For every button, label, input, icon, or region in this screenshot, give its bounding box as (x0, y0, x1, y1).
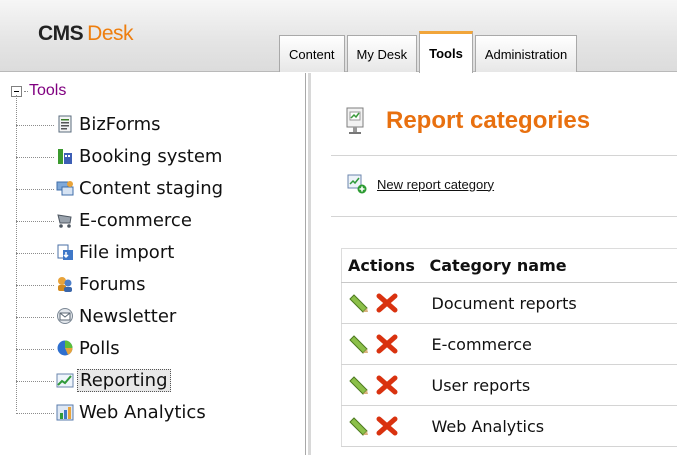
tree-item-label: Web Analytics (79, 401, 206, 423)
row-actions (341, 282, 424, 324)
divider (331, 216, 677, 217)
delete-x-icon[interactable] (376, 375, 398, 395)
tree-item-forums[interactable]: Forums (16, 270, 147, 298)
tab-content[interactable]: Content (279, 35, 345, 72)
tab-my-desk[interactable]: My Desk (346, 35, 418, 72)
tab-administration[interactable]: Administration (474, 35, 578, 72)
tree-root-label[interactable]: Tools (29, 82, 66, 100)
tree-item-reporting[interactable]: Reporting (16, 366, 171, 394)
tab-tools[interactable]: Tools (419, 31, 473, 73)
row-actions (341, 405, 424, 447)
ecommerce-icon (57, 214, 72, 228)
logo-cms-text: CMS (38, 22, 84, 45)
header-bar: CMS Desk Content My Desk Tools Administra… (0, 0, 677, 73)
table-row: E-commerce (341, 323, 677, 365)
file-import-icon (57, 244, 73, 260)
tools-tree-panel: Tools BizForms Booking system Content st… (0, 73, 306, 455)
category-name-cell: Document reports (423, 282, 677, 324)
new-report-category-link[interactable]: New report category (377, 177, 494, 192)
category-name-cell: User reports (423, 364, 677, 406)
tree-item-label: BizForms (79, 113, 161, 135)
tree-item-e-commerce[interactable]: E-commerce (16, 206, 194, 234)
web-analytics-icon (56, 404, 74, 421)
tree-item-newsletter[interactable]: Newsletter (16, 302, 178, 330)
tree-item-label: Polls (79, 337, 120, 359)
delete-x-icon[interactable] (376, 416, 398, 436)
table-header-row: Actions Category name (341, 248, 677, 283)
edit-pencil-icon[interactable] (348, 416, 370, 436)
tree-item-label: Reporting (77, 368, 171, 392)
forums-icon (58, 277, 72, 292)
tree-item-label: File import (79, 241, 175, 263)
bizforms-icon (58, 115, 72, 133)
table-row: Document reports (341, 282, 677, 324)
tree-item-web-analytics[interactable]: Web Analytics (16, 398, 208, 426)
category-name-cell: E-commerce (423, 323, 677, 365)
tree-root[interactable]: Tools (11, 82, 66, 100)
newsletter-icon (57, 308, 73, 324)
logo-desk-text: Desk (87, 22, 134, 45)
category-name-cell: Web Analytics (423, 405, 677, 447)
column-header-category-name[interactable]: Category name (423, 248, 677, 283)
delete-x-icon[interactable] (376, 334, 398, 354)
report-categories-table: Actions Category name Document reports E… (341, 248, 677, 447)
tree-item-label: E-commerce (79, 209, 192, 231)
content-staging-icon (56, 181, 74, 196)
row-actions (341, 364, 424, 406)
tree-item-label: Forums (79, 273, 146, 295)
delete-x-icon[interactable] (376, 293, 398, 313)
page-title: Report categories (386, 107, 591, 134)
content-panel: Report categories New report category Ac… (308, 73, 677, 455)
edit-pencil-icon[interactable] (348, 334, 370, 354)
tree-item-label: Content staging (79, 177, 224, 199)
new-report-category-icon[interactable] (347, 174, 367, 194)
report-categories-icon (346, 107, 364, 134)
page-header: Report categories (344, 107, 590, 135)
tree-item-content-staging[interactable]: Content staging (16, 174, 225, 202)
tree-item-booking-system[interactable]: Booking system (16, 142, 224, 170)
table-row: User reports (341, 364, 677, 406)
polls-icon (57, 340, 73, 356)
main-tabs: Content My Desk Tools Administration (279, 30, 579, 73)
tree-item-label: Booking system (79, 145, 223, 167)
divider (331, 155, 677, 156)
cms-desk-logo: CMS Desk (38, 22, 134, 46)
row-actions (341, 323, 424, 365)
new-report-category-action[interactable]: New report category (347, 174, 494, 194)
tree-item-bizforms[interactable]: BizForms (16, 110, 163, 138)
booking-system-icon (58, 149, 72, 164)
reporting-icon (56, 373, 74, 388)
tree-item-file-import[interactable]: File import (16, 238, 176, 266)
tree-item-label: Newsletter (79, 305, 177, 327)
table-row: Web Analytics (341, 405, 677, 447)
tree-connector (24, 90, 28, 92)
column-header-actions: Actions (341, 248, 424, 283)
edit-pencil-icon[interactable] (348, 293, 370, 313)
edit-pencil-icon[interactable] (348, 375, 370, 395)
tree-item-polls[interactable]: Polls (16, 334, 122, 362)
